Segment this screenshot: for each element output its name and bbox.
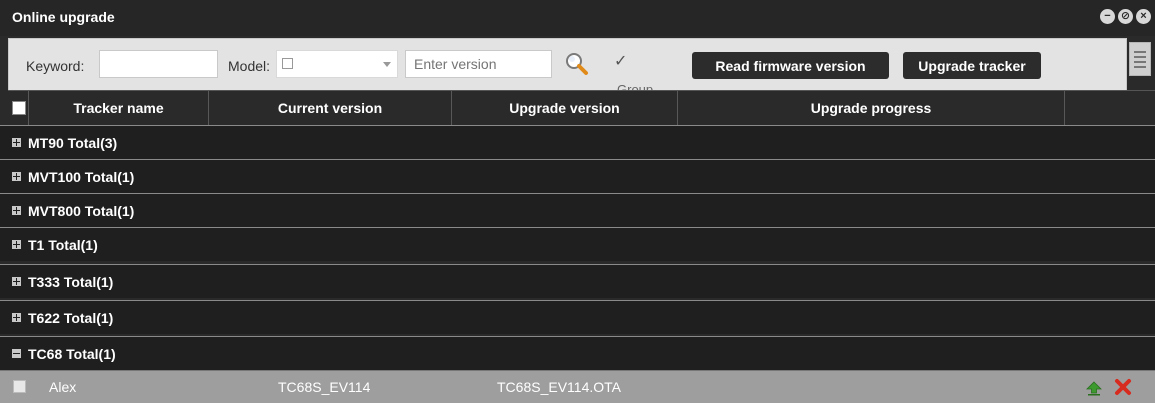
table-row[interactable]: Alex TC68S_EV114 TC68S_EV114.OTA xyxy=(0,370,1155,403)
expand-icon[interactable] xyxy=(12,138,21,147)
row-checkbox[interactable] xyxy=(13,380,26,393)
version-input[interactable] xyxy=(405,50,552,78)
group-label-text: TC68 Total(1) xyxy=(28,346,116,362)
collapse-icon[interactable] xyxy=(12,349,21,358)
header-actions xyxy=(1065,91,1155,125)
group-row[interactable]: MT90 Total(3) xyxy=(0,125,1155,159)
group-label-text: T622 Total(1) xyxy=(28,310,114,326)
table-header: Tracker name Current version Upgrade ver… xyxy=(8,90,1155,125)
chevron-down-icon xyxy=(383,62,391,67)
model-select[interactable] xyxy=(276,50,398,78)
group-row[interactable]: MVT800 Total(1) xyxy=(0,193,1155,227)
group-row[interactable]: T333 Total(1) xyxy=(0,264,1155,298)
restore-icon[interactable]: ⊘ xyxy=(1118,9,1133,24)
search-icon[interactable] xyxy=(564,51,590,77)
window-controls: − ⊘ × xyxy=(1100,9,1151,24)
expand-icon[interactable] xyxy=(12,206,21,215)
group-label-text: MVT100 Total(1) xyxy=(28,169,135,185)
group-row[interactable]: T1 Total(1) xyxy=(0,227,1155,261)
close-icon[interactable]: × xyxy=(1136,9,1151,24)
model-label: Model: xyxy=(228,58,271,74)
select-all-checkbox[interactable] xyxy=(12,101,26,115)
minimize-icon[interactable]: − xyxy=(1100,9,1115,24)
group-label-text: MVT800 Total(1) xyxy=(28,203,135,219)
filter-toolbar: Keyword: Model: ✓ Group Read firmware ve… xyxy=(8,38,1127,90)
group-row[interactable]: MVT100 Total(1) xyxy=(0,159,1155,193)
title-bar[interactable]: Online upgrade − ⊘ × xyxy=(0,0,1155,36)
keyword-input[interactable] xyxy=(99,50,218,78)
header-upgrade-progress[interactable]: Upgrade progress xyxy=(678,91,1065,125)
keyword-label: Keyword: xyxy=(26,58,85,74)
header-tracker-name[interactable]: Tracker name xyxy=(29,91,209,125)
header-checkbox-cell xyxy=(8,91,29,125)
group-label: Group xyxy=(617,82,654,90)
upgrade-icon[interactable] xyxy=(1086,380,1102,396)
online-upgrade-window: Online upgrade − ⊘ × Keyword: Model: ✓ G… xyxy=(0,0,1155,403)
window-title: Online upgrade xyxy=(12,9,115,25)
group-row[interactable]: T622 Total(1) xyxy=(0,300,1155,334)
group-label-text: T1 Total(1) xyxy=(28,237,98,253)
group-label-text: T333 Total(1) xyxy=(28,274,114,290)
expand-icon[interactable] xyxy=(12,313,21,322)
model-select-checkbox[interactable] xyxy=(282,58,293,69)
expand-icon[interactable] xyxy=(12,277,21,286)
tracker-name-cell: Alex xyxy=(49,379,77,395)
read-firmware-button[interactable]: Read firmware version xyxy=(692,52,889,79)
expand-icon[interactable] xyxy=(12,240,21,249)
column-menu-icon[interactable] xyxy=(1129,42,1151,76)
upgrade-tracker-button[interactable]: Upgrade tracker xyxy=(903,52,1041,79)
upgrade-version-cell: TC68S_EV114.OTA xyxy=(497,379,621,395)
expand-icon[interactable] xyxy=(12,172,21,181)
group-label-text: MT90 Total(3) xyxy=(28,135,118,151)
header-upgrade-version[interactable]: Upgrade version xyxy=(452,91,678,125)
header-current-version[interactable]: Current version xyxy=(209,91,452,125)
current-version-cell: TC68S_EV114 xyxy=(278,379,371,395)
group-checkbox[interactable]: ✓ xyxy=(614,51,627,71)
delete-icon[interactable] xyxy=(1113,377,1133,397)
group-row[interactable]: TC68 Total(1) xyxy=(0,336,1155,370)
